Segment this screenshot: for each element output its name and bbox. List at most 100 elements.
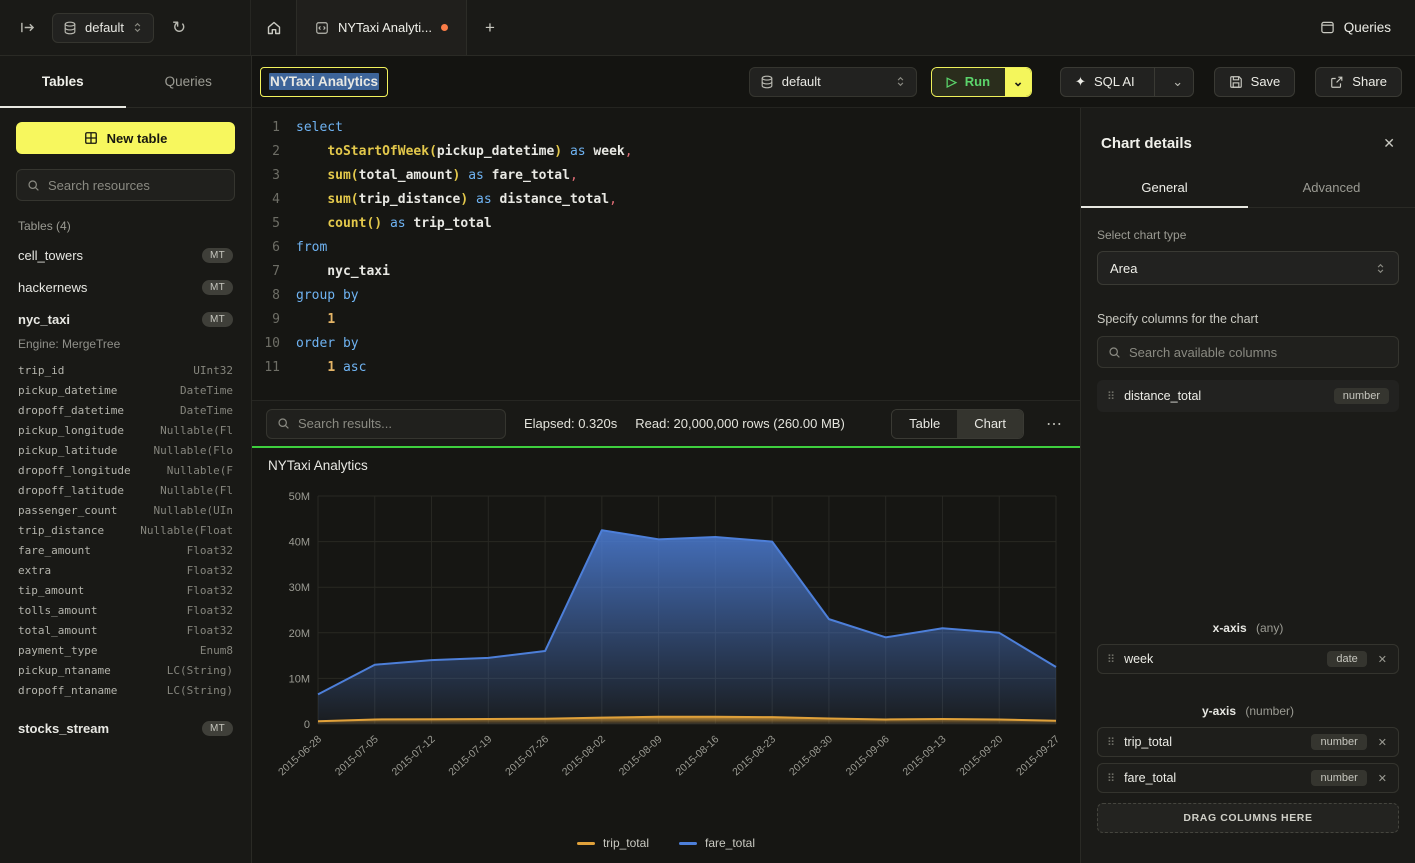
results-search-input[interactable] [298, 416, 495, 431]
x-axis-constraint: (any) [1256, 621, 1283, 635]
new-table-label: New table [107, 131, 168, 146]
table-column-row[interactable]: total_amountFloat32 [16, 620, 235, 640]
new-tab-button[interactable]: + [467, 0, 513, 55]
query-header: NYTaxi Analytics default [252, 56, 1415, 108]
close-icon[interactable]: ✕ [1383, 135, 1395, 152]
table-row-cell-towers[interactable]: cell_towers MT [16, 239, 235, 271]
legend-swatch [679, 842, 697, 845]
drag-handle-icon[interactable]: ⠿ [1107, 653, 1115, 666]
sidebar: Tables Queries New table Tables (4) [0, 56, 252, 863]
tab-general[interactable]: General [1081, 168, 1248, 207]
table-column-row[interactable]: pickup_datetimeDateTime [16, 380, 235, 400]
svg-text:2015-07-19: 2015-07-19 [446, 733, 494, 778]
column-type: Nullable(UIn [154, 504, 233, 517]
resources-search-input[interactable] [48, 178, 224, 193]
column-name: pickup_ntaname [18, 664, 111, 677]
sql-ai-label: SQL AI [1094, 74, 1135, 89]
available-column-distance-total[interactable]: ⠿ distance_total number [1097, 380, 1399, 412]
legend-item-trip-total[interactable]: trip_total [577, 836, 649, 850]
table-row-stocks-stream[interactable]: stocks_stream MT [16, 712, 235, 744]
sql-code[interactable]: select toStartOfWeek(pickup_datetime) as… [286, 116, 1080, 400]
remove-column-icon[interactable]: ✕ [1376, 653, 1389, 666]
x-axis-item-week[interactable]: ⠿ week date ✕ [1097, 644, 1399, 674]
view-toggle-table[interactable]: Table [892, 410, 957, 438]
column-name: passenger_count [18, 504, 117, 517]
chart-type-select[interactable]: Area [1097, 251, 1399, 285]
legend-item-fare-total[interactable]: fare_total [679, 836, 755, 850]
table-column-row[interactable]: tip_amountFloat32 [16, 580, 235, 600]
query-database-selector[interactable]: default [749, 67, 917, 97]
column-type: Enum8 [200, 644, 233, 657]
sidebar-tab-queries[interactable]: Queries [126, 56, 252, 107]
table-column-row[interactable]: dropoff_longitudeNullable(F [16, 460, 235, 480]
save-button[interactable]: Save [1214, 67, 1296, 97]
column-name: trip_distance [18, 524, 104, 537]
drag-columns-drop-zone[interactable]: DRAG COLUMNS HERE [1097, 803, 1399, 833]
table-column-row[interactable]: fare_amountFloat32 [16, 540, 235, 560]
query-tab-active[interactable]: NYTaxi Analyti... [296, 0, 467, 55]
sidebar-tab-tables[interactable]: Tables [0, 56, 126, 107]
table-column-row[interactable]: pickup_longitudeNullable(Fl [16, 420, 235, 440]
column-type: Float32 [187, 584, 233, 597]
table-column-row[interactable]: extraFloat32 [16, 560, 235, 580]
svg-text:20M: 20M [289, 628, 310, 640]
y-axis-item-trip-total[interactable]: ⠿ trip_total number ✕ [1097, 727, 1399, 757]
more-options-icon[interactable]: ⋯ [1042, 414, 1066, 434]
svg-text:30M: 30M [289, 582, 310, 594]
query-title-input[interactable]: NYTaxi Analytics [260, 67, 388, 97]
new-table-button[interactable]: New table [16, 122, 235, 154]
search-icon [1108, 346, 1121, 359]
column-name: dropoff_longitude [18, 464, 131, 477]
sql-ai-button[interactable]: ✦ SQL AI ⌄ [1060, 67, 1194, 97]
line-number: 2 [252, 140, 280, 164]
run-button[interactable]: ▷ Run ⌄ [931, 67, 1032, 97]
table-column-row[interactable]: trip_distanceNullable(Float [16, 520, 235, 540]
code-line: 1 asc [296, 356, 1080, 380]
run-options-button[interactable]: ⌄ [1005, 68, 1031, 96]
collapse-sidebar-icon[interactable] [14, 15, 40, 41]
table-column-row[interactable]: dropoff_latitudeNullable(Fl [16, 480, 235, 500]
home-tab[interactable] [250, 0, 296, 55]
topbar-database-selector[interactable]: default [52, 13, 154, 43]
sidebar-body: New table Tables (4) cell_towers MT hack… [0, 108, 251, 863]
line-number: 1 [252, 116, 280, 140]
remove-column-icon[interactable]: ✕ [1376, 736, 1389, 749]
share-icon [1330, 75, 1344, 89]
table-column-row[interactable]: pickup_latitudeNullable(Flo [16, 440, 235, 460]
drag-handle-icon[interactable]: ⠿ [1107, 772, 1115, 785]
columns-search[interactable] [1097, 336, 1399, 368]
view-toggle-chart[interactable]: Chart [957, 410, 1023, 438]
sql-editor[interactable]: 1234567891011 select toStartOfWeek(picku… [252, 108, 1080, 400]
columns-search-input[interactable] [1129, 345, 1388, 360]
table-column-row[interactable]: dropoff_datetimeDateTime [16, 400, 235, 420]
drag-handle-icon[interactable]: ⠿ [1107, 736, 1115, 749]
tab-advanced[interactable]: Advanced [1248, 168, 1415, 207]
chart-details-content: Select chart type Area Specify columns f… [1081, 208, 1415, 863]
chart-plot: 010M20M30M40M50M2015-06-282015-07-052015… [268, 482, 1064, 829]
run-button-main[interactable]: ▷ Run [932, 68, 1005, 96]
remove-column-icon[interactable]: ✕ [1376, 772, 1389, 785]
table-column-row[interactable]: passenger_count Nullable(UIn [16, 500, 235, 520]
line-number: 6 [252, 236, 280, 260]
table-column-row[interactable]: dropoff_ntanameLC(String) [16, 680, 235, 700]
drag-handle-icon[interactable]: ⠿ [1107, 390, 1115, 403]
column-type: Float32 [187, 564, 233, 577]
table-column-row[interactable]: payment_typeEnum8 [16, 640, 235, 660]
table-column-row[interactable]: pickup_ntanameLC(String) [16, 660, 235, 680]
refresh-icon[interactable]: ↻ [166, 15, 192, 41]
results-search[interactable] [266, 409, 506, 439]
chart-details-panel: Chart details ✕ General Advanced Select … [1080, 108, 1415, 863]
chart-section: NYTaxi Analytics 010M20M30M40M50M2015-06… [252, 448, 1080, 863]
chart-type-label: Select chart type [1097, 228, 1399, 242]
svg-text:2015-08-23: 2015-08-23 [730, 733, 778, 778]
table-column-row[interactable]: trip_idUInt32 [16, 360, 235, 380]
share-button[interactable]: Share [1315, 67, 1402, 97]
queries-button[interactable]: Queries [1296, 0, 1415, 55]
table-column-row[interactable]: tolls_amountFloat32 [16, 600, 235, 620]
table-row-nyc-taxi[interactable]: nyc_taxi MT [16, 303, 235, 335]
table-row-hackernews[interactable]: hackernews MT [16, 271, 235, 303]
column-type-badge: date [1327, 651, 1366, 667]
resources-search[interactable] [16, 169, 235, 201]
chevron-down-icon[interactable]: ⌄ [1163, 74, 1193, 90]
y-axis-item-fare-total[interactable]: ⠿ fare_total number ✕ [1097, 763, 1399, 793]
